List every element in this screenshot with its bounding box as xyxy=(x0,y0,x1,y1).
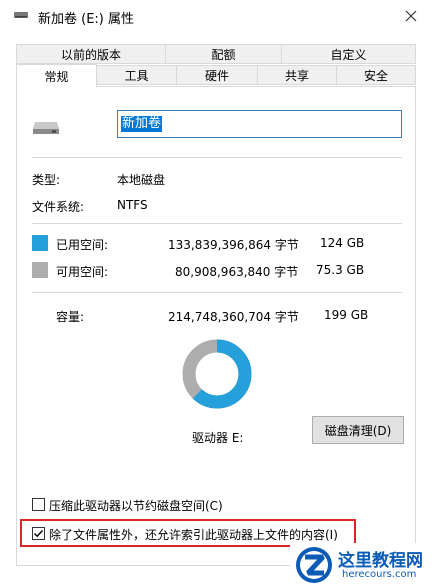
used-space-gb: 124 GB xyxy=(320,236,365,250)
watermark-logo xyxy=(296,547,332,583)
used-space-bytes: 133,839,396,864 字节 xyxy=(168,238,299,252)
free-space-label: 可用空间: xyxy=(56,265,109,279)
free-space-gb: 75.3 GB xyxy=(316,263,365,277)
tab-quota[interactable]: 配额 xyxy=(165,44,282,64)
filesystem-label: 文件系统: xyxy=(32,200,85,214)
drive-label: 驱动器 E: xyxy=(192,431,244,445)
drive-icon xyxy=(33,122,59,134)
drive-icon xyxy=(14,12,28,18)
watermark: 这里教程网 herecours.com xyxy=(290,543,434,587)
tab-sharing[interactable]: 共享 xyxy=(257,65,337,85)
checkmark-icon xyxy=(34,530,44,538)
used-space-swatch xyxy=(32,235,48,251)
filesystem-value: NTFS xyxy=(117,198,148,212)
title-bar: 新加卷 (E:) 属性 xyxy=(0,0,434,32)
capacity-gb: 199 GB xyxy=(324,308,369,322)
tab-previous-versions[interactable]: 以前的版本 xyxy=(16,44,166,64)
free-space-swatch xyxy=(32,262,48,278)
compress-label: 压缩此驱动器以节约磁盘空间(C) xyxy=(49,499,223,513)
divider xyxy=(32,157,402,158)
index-label: 除了文件属性外，还允许索引此驱动器上文件的内容(I) xyxy=(49,528,338,542)
used-space-label: 已用空间: xyxy=(56,238,109,252)
tab-content-panel xyxy=(16,86,416,566)
type-value: 本地磁盘 xyxy=(117,173,166,187)
divider xyxy=(32,223,402,224)
index-checkbox[interactable] xyxy=(32,527,45,540)
capacity-label: 容量: xyxy=(56,310,85,324)
close-icon xyxy=(405,10,417,22)
tab-security[interactable]: 安全 xyxy=(336,65,416,85)
close-button[interactable] xyxy=(388,0,434,32)
type-label: 类型: xyxy=(32,173,61,187)
disk-usage-donut xyxy=(182,339,252,409)
capacity-bytes: 214,748,360,704 字节 xyxy=(168,310,299,324)
watermark-url: herecours.com xyxy=(342,569,417,580)
disk-cleanup-button[interactable]: 磁盘清理(D) xyxy=(312,416,404,444)
divider xyxy=(32,292,402,293)
tab-tools[interactable]: 工具 xyxy=(96,65,177,85)
watermark-title: 这里教程网 xyxy=(338,551,423,571)
window-title: 新加卷 (E:) 属性 xyxy=(38,12,135,27)
tab-hardware[interactable]: 硬件 xyxy=(176,65,258,85)
compress-checkbox[interactable] xyxy=(32,498,45,511)
tab-customize[interactable]: 自定义 xyxy=(281,44,416,64)
volume-name-input[interactable]: 新加卷 xyxy=(117,110,402,138)
free-space-bytes: 80,908,963,840 字节 xyxy=(175,265,299,279)
tab-general[interactable]: 常规 xyxy=(16,64,97,87)
